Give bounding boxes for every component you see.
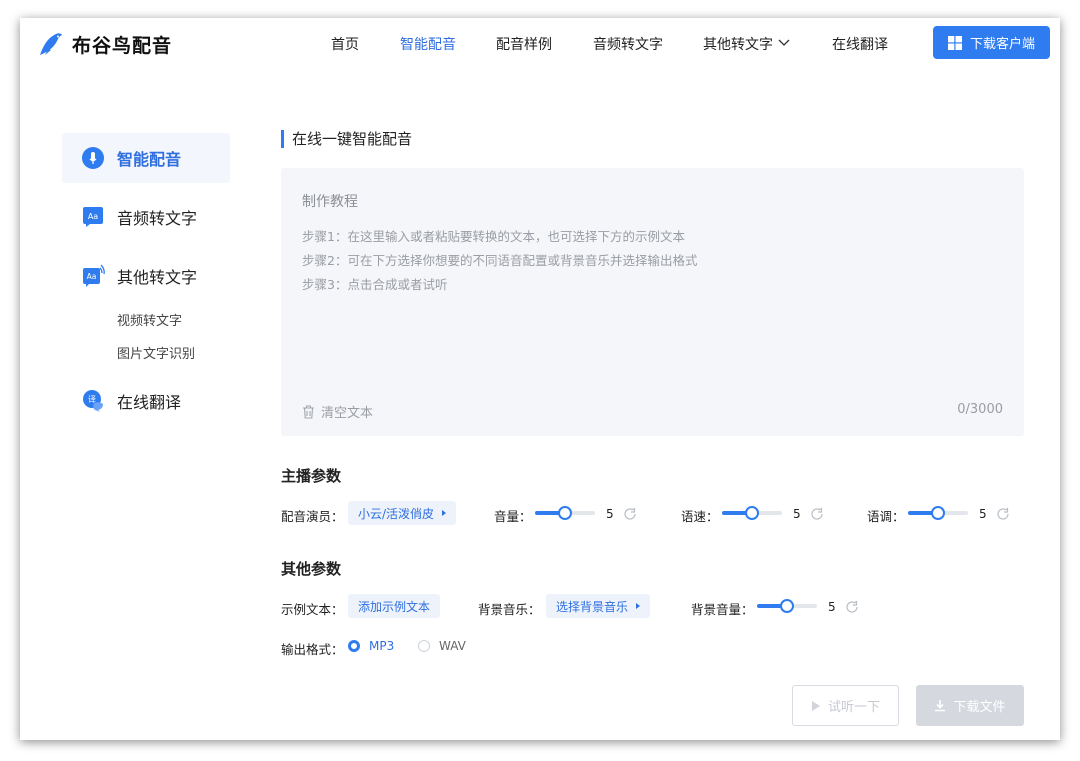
speed-value: 5 xyxy=(793,507,801,521)
sidebar-subitem-video-to-text[interactable]: 视频转文字 xyxy=(117,310,182,329)
editor-step-2: 步骤2：可在下方选择你想要的不同语音配置或背景音乐并选择输出格式 xyxy=(302,253,698,268)
add-sample-text-button[interactable]: 添加示例文本 xyxy=(348,594,441,618)
format-radio-wav[interactable]: WAV xyxy=(418,639,466,653)
nav-audio-to-text[interactable]: 音频转文字 xyxy=(593,34,663,54)
bgm-volume-slider[interactable] xyxy=(757,599,817,613)
speed-slider[interactable] xyxy=(722,506,782,520)
radio-dot xyxy=(348,640,360,652)
editor-step-1: 步骤1：在这里输入或者粘贴要转换的文本，也可选择下方的示例文本 xyxy=(302,229,685,244)
sidebar-label: 音频转文字 xyxy=(117,209,198,228)
editor-tutorial-heading: 制作教程 xyxy=(302,194,358,210)
svg-text:Aa: Aa xyxy=(87,272,97,281)
radio-dot xyxy=(418,640,430,652)
slider-knob[interactable] xyxy=(931,506,945,520)
try-listen-label: 试听一下 xyxy=(827,700,880,715)
editor-step-3: 步骤3：点击合成或者试听 xyxy=(302,277,448,292)
char-counter: 0/3000 xyxy=(957,402,1003,417)
brand-logo[interactable]: 布谷鸟配音 xyxy=(36,30,172,58)
top-navbar: 布谷鸟配音 首页 智能配音 配音样例 音频转文字 其他转文字 在线翻译 下载客户… xyxy=(20,18,1060,68)
nav-online-translate[interactable]: 在线翻译 xyxy=(832,34,888,54)
slider-knob[interactable] xyxy=(558,506,572,520)
app-window: 布谷鸟配音 首页 智能配音 配音样例 音频转文字 其他转文字 在线翻译 下载客户… xyxy=(20,18,1060,740)
nav-home[interactable]: 首页 xyxy=(331,34,359,54)
voice-actor-value: 小云/活泼俏皮 xyxy=(358,506,435,521)
caret-right-icon xyxy=(636,603,641,609)
sidebar-label: 在线翻译 xyxy=(117,393,182,412)
sidebar-item-other-to-text[interactable]: Aa 其他转文字 xyxy=(62,251,230,301)
speed-label: 语速： xyxy=(681,509,719,524)
bgm-label: 背景音乐： xyxy=(478,602,541,617)
volume-label: 音量： xyxy=(494,509,532,524)
pitch-slider[interactable] xyxy=(908,506,968,520)
play-icon xyxy=(811,700,820,711)
reset-icon[interactable] xyxy=(996,507,1010,521)
try-listen-button[interactable]: 试听一下 xyxy=(792,685,899,726)
reset-icon[interactable] xyxy=(623,507,637,521)
reset-icon[interactable] xyxy=(845,600,859,614)
anchor-params-title: 主播参数 xyxy=(281,467,342,485)
add-sample-text-label: 添加示例文本 xyxy=(358,599,431,614)
sidebar-item-smart-dubbing[interactable]: 智能配音 xyxy=(62,133,230,183)
sidebar-subitem-image-ocr[interactable]: 图片文字识别 xyxy=(117,343,195,362)
clear-text-button[interactable]: 清空文本 xyxy=(302,402,373,421)
section-title: 在线一键智能配音 xyxy=(281,130,412,148)
format-wav-label: WAV xyxy=(439,639,466,653)
trash-icon xyxy=(303,404,314,419)
download-client-label: 下载客户端 xyxy=(969,37,1035,52)
aa-bubble-icon: Aa xyxy=(83,207,103,227)
sidebar-item-online-translate[interactable]: 译 在线翻译 xyxy=(62,376,230,426)
download-file-button[interactable]: 下载文件 xyxy=(916,685,1024,726)
windows-icon xyxy=(947,35,962,50)
volume-value: 5 xyxy=(606,507,614,521)
reset-icon[interactable] xyxy=(810,507,824,521)
clear-text-label: 清空文本 xyxy=(321,406,374,421)
chevron-down-icon xyxy=(778,39,790,46)
svg-text:译: 译 xyxy=(88,395,96,404)
slider-knob[interactable] xyxy=(780,599,794,613)
pitch-value: 5 xyxy=(979,507,987,521)
format-mp3-label: MP3 xyxy=(369,639,395,653)
translate-bubble-icon: 译 xyxy=(83,390,103,412)
download-client-button[interactable]: 下载客户端 xyxy=(933,26,1050,59)
svg-text:Aa: Aa xyxy=(88,212,98,221)
select-bgm-label: 选择背景音乐 xyxy=(556,599,629,614)
caret-right-icon xyxy=(442,510,447,516)
brand-name: 布谷鸟配音 xyxy=(72,34,173,57)
aa-wave-bubble-icon: Aa xyxy=(83,264,105,287)
format-radio-mp3[interactable]: MP3 xyxy=(348,639,394,653)
sidebar-label: 智能配音 xyxy=(117,150,182,169)
slider-knob[interactable] xyxy=(745,506,759,520)
select-bgm-button[interactable]: 选择背景音乐 xyxy=(546,594,651,618)
other-params-title: 其他参数 xyxy=(281,560,342,578)
pitch-label: 语调： xyxy=(867,509,905,524)
mic-bubble-icon xyxy=(82,147,104,169)
text-editor[interactable]: 制作教程 步骤1：在这里输入或者粘贴要转换的文本，也可选择下方的示例文本 步骤2… xyxy=(281,168,1024,436)
voice-actor-select[interactable]: 小云/活泼俏皮 xyxy=(348,501,457,525)
cuckoo-bird-icon xyxy=(40,33,62,55)
output-format-label: 输出格式： xyxy=(281,642,344,657)
download-file-label: 下载文件 xyxy=(953,700,1006,715)
nav-smart-dubbing[interactable]: 智能配音 xyxy=(400,34,456,54)
volume-slider[interactable] xyxy=(535,506,595,520)
nav-other-to-text-label: 其他转文字 xyxy=(703,37,773,53)
bgm-volume-label: 背景音量： xyxy=(691,602,754,617)
download-icon xyxy=(935,700,946,712)
bgm-volume-value: 5 xyxy=(828,600,836,614)
nav-other-to-text[interactable]: 其他转文字 xyxy=(703,34,790,54)
sample-text-label: 示例文本： xyxy=(281,602,344,617)
voice-actor-label: 配音演员： xyxy=(281,509,344,524)
nav-dubbing-samples[interactable]: 配音样例 xyxy=(496,34,552,54)
sidebar-label: 其他转文字 xyxy=(117,268,198,287)
sidebar-item-audio-to-text[interactable]: Aa 音频转文字 xyxy=(62,192,230,242)
